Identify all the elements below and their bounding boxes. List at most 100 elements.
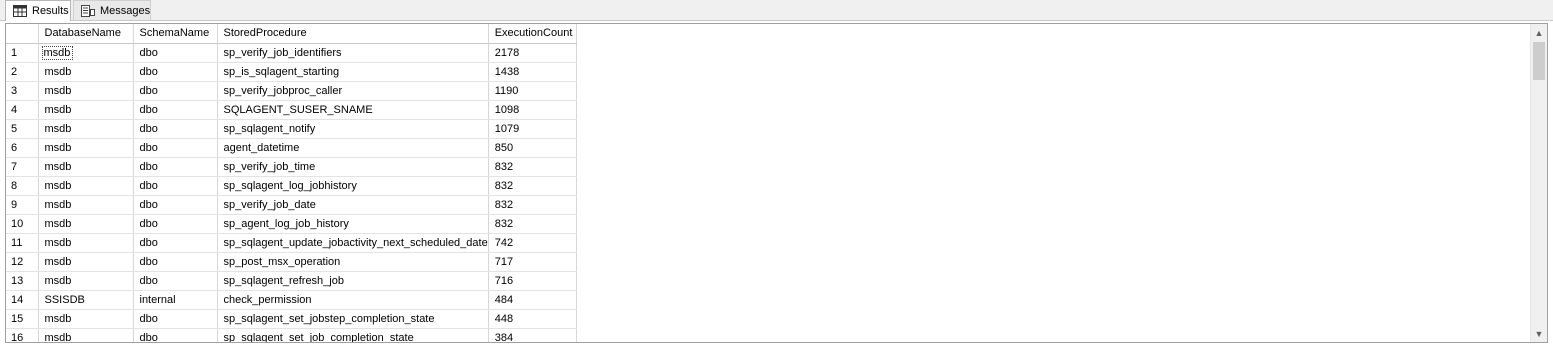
table-cell[interactable]: internal — [133, 290, 218, 310]
table-cell[interactable]: msdb — [38, 271, 134, 291]
table-cell[interactable]: 1438 — [488, 62, 577, 82]
table-cell[interactable]: 1079 — [488, 119, 577, 139]
table-cell[interactable]: dbo — [133, 252, 218, 272]
chevron-up-icon[interactable]: ▲ — [1531, 24, 1547, 41]
table-row[interactable]: 14 SSISDB internal check_permission 484 — [6, 290, 577, 310]
table-cell[interactable]: msdb — [38, 252, 134, 272]
column-header[interactable]: SchemaName — [133, 24, 218, 44]
table-row[interactable]: 9 msdb dbo sp_verify_job_date 832 — [6, 195, 577, 215]
row-number[interactable]: 5 — [6, 119, 39, 139]
table-cell[interactable]: dbo — [133, 271, 218, 291]
table-cell[interactable]: dbo — [133, 43, 218, 63]
table-cell[interactable]: msdb — [38, 328, 134, 342]
table-cell[interactable]: dbo — [133, 195, 218, 215]
row-number[interactable]: 6 — [6, 138, 39, 158]
row-number[interactable]: 14 — [6, 290, 39, 310]
table-cell[interactable]: dbo — [133, 138, 218, 158]
vertical-scrollbar[interactable]: ▲ ▼ — [1530, 24, 1547, 342]
table-cell[interactable]: msdb — [38, 214, 134, 234]
table-cell[interactable]: SQLAGENT_SUSER_SNAME — [217, 100, 489, 120]
table-cell[interactable]: dbo — [133, 233, 218, 253]
row-number[interactable]: 13 — [6, 271, 39, 291]
table-cell[interactable]: msdb — [38, 176, 134, 196]
table-cell[interactable]: dbo — [133, 157, 218, 177]
table-row[interactable]: 8 msdb dbo sp_sqlagent_log_jobhistory 832 — [6, 176, 577, 196]
table-cell[interactable]: msdb — [38, 157, 134, 177]
tab-results[interactable]: Results — [5, 0, 71, 21]
table-cell[interactable]: msdb — [38, 119, 134, 139]
column-header[interactable]: StoredProcedure — [217, 24, 489, 44]
table-row[interactable]: 16 msdb dbo sp_sqlagent_set_job_completion_… — [6, 328, 577, 342]
table-cell[interactable]: dbo — [133, 214, 218, 234]
row-number-header[interactable] — [6, 24, 39, 44]
table-cell[interactable]: 832 — [488, 176, 577, 196]
table-row[interactable]: 5 msdb dbo sp_sqlagent_notify 1079 — [6, 119, 577, 139]
row-number[interactable]: 11 — [6, 233, 39, 253]
table-row[interactable]: 2 msdb dbo sp_is_sqlagent_starting 1438 — [6, 62, 577, 82]
table-cell[interactable]: 1098 — [488, 100, 577, 120]
table-cell[interactable]: 832 — [488, 157, 577, 177]
table-cell[interactable]: check_permission — [217, 290, 489, 310]
table-cell[interactable]: 384 — [488, 328, 577, 342]
row-number[interactable]: 10 — [6, 214, 39, 234]
results-grid[interactable]: DatabaseName SchemaName StoredProcedure … — [5, 23, 1548, 343]
table-cell[interactable]: sp_sqlagent_refresh_job — [217, 271, 489, 291]
table-row[interactable]: 13 msdb dbo sp_sqlagent_refresh_job 716 — [6, 271, 577, 291]
table-cell[interactable]: dbo — [133, 100, 218, 120]
table-cell[interactable]: msdb — [38, 43, 134, 63]
table-cell[interactable]: 448 — [488, 309, 577, 329]
scrollbar-thumb[interactable] — [1533, 42, 1545, 80]
table-cell[interactable]: msdb — [38, 100, 134, 120]
table-cell[interactable]: sp_sqlagent_log_jobhistory — [217, 176, 489, 196]
table-cell[interactable]: sp_verify_job_identifiers — [217, 43, 489, 63]
table-cell[interactable]: msdb — [38, 62, 134, 82]
table-cell[interactable]: dbo — [133, 119, 218, 139]
column-header[interactable]: ExecutionCount — [488, 24, 577, 44]
table-row[interactable]: 15 msdb dbo sp_sqlagent_set_jobstep_complet… — [6, 309, 577, 329]
table-cell[interactable]: msdb — [38, 195, 134, 215]
table-row[interactable]: 10 msdb dbo sp_agent_log_job_history 832 — [6, 214, 577, 234]
row-number[interactable]: 3 — [6, 81, 39, 101]
table-cell[interactable]: sp_sqlagent_set_job_completion_state — [217, 328, 489, 342]
table-cell[interactable]: dbo — [133, 176, 218, 196]
table-row[interactable]: 1 msdb dbo sp_verify_job_identifiers 2178 — [6, 43, 577, 63]
table-cell[interactable]: msdb — [38, 309, 134, 329]
table-cell[interactable]: sp_sqlagent_update_jobactivity_next_sche… — [217, 233, 489, 253]
table-cell[interactable]: msdb — [38, 233, 134, 253]
table-row[interactable]: 7 msdb dbo sp_verify_job_time 832 — [6, 157, 577, 177]
table-cell[interactable]: dbo — [133, 328, 218, 342]
table-cell[interactable]: 484 — [488, 290, 577, 310]
table-cell[interactable]: sp_is_sqlagent_starting — [217, 62, 489, 82]
table-row[interactable]: 3 msdb dbo sp_verify_jobproc_caller 1190 — [6, 81, 577, 101]
row-number[interactable]: 8 — [6, 176, 39, 196]
chevron-down-icon[interactable]: ▼ — [1531, 325, 1547, 342]
table-cell[interactable]: sp_sqlagent_set_jobstep_completion_state — [217, 309, 489, 329]
table-cell[interactable]: 717 — [488, 252, 577, 272]
column-header[interactable]: DatabaseName — [38, 24, 134, 44]
table-row[interactable]: 6 msdb dbo agent_datetime 850 — [6, 138, 577, 158]
table-cell[interactable]: 716 — [488, 271, 577, 291]
row-number[interactable]: 16 — [6, 328, 39, 342]
row-number[interactable]: 2 — [6, 62, 39, 82]
row-number[interactable]: 9 — [6, 195, 39, 215]
row-number[interactable]: 15 — [6, 309, 39, 329]
table-cell[interactable]: dbo — [133, 62, 218, 82]
table-cell[interactable]: sp_sqlagent_notify — [217, 119, 489, 139]
table-cell[interactable]: sp_verify_jobproc_caller — [217, 81, 489, 101]
table-cell[interactable]: 742 — [488, 233, 577, 253]
table-cell[interactable]: 2178 — [488, 43, 577, 63]
table-cell[interactable]: sp_verify_job_time — [217, 157, 489, 177]
table-cell[interactable]: sp_verify_job_date — [217, 195, 489, 215]
table-cell[interactable]: msdb — [38, 138, 134, 158]
table-row[interactable]: 11 msdb dbo sp_sqlagent_update_jobactivity_… — [6, 233, 577, 253]
row-number[interactable]: 12 — [6, 252, 39, 272]
table-row[interactable]: 12 msdb dbo sp_post_msx_operation 717 — [6, 252, 577, 272]
table-cell[interactable]: sp_post_msx_operation — [217, 252, 489, 272]
row-number[interactable]: 7 — [6, 157, 39, 177]
row-number[interactable]: 4 — [6, 100, 39, 120]
table-cell[interactable]: dbo — [133, 309, 218, 329]
table-cell[interactable]: SSISDB — [38, 290, 134, 310]
table-cell[interactable]: msdb — [38, 81, 134, 101]
table-cell[interactable]: 1190 — [488, 81, 577, 101]
table-cell[interactable]: 850 — [488, 138, 577, 158]
